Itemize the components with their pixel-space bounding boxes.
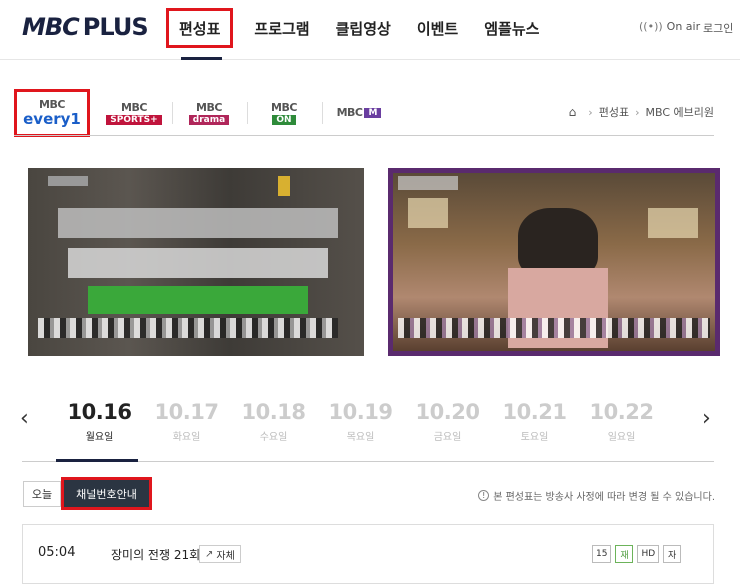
date-tab[interactable]: 10.16 월요일 <box>56 400 143 443</box>
date-number: 10.20 <box>415 400 480 424</box>
date-tab[interactable]: 10.21 토요일 <box>491 400 578 443</box>
date-number: 10.22 <box>589 400 654 424</box>
date-weekday: 목요일 <box>346 432 375 443</box>
channel-drama-brand: MBC <box>196 100 222 114</box>
date-weekday: 수요일 <box>259 432 288 443</box>
nav-program[interactable]: 프로그램 <box>241 8 322 48</box>
promo-banner-2[interactable] <box>388 168 720 356</box>
date-tab[interactable]: 10.17 화요일 <box>143 400 230 443</box>
subtitle-badge: 자 <box>663 545 682 563</box>
channel-on[interactable]: MBC ON <box>250 91 318 135</box>
channel-guide-button[interactable]: 채널번호안내 <box>64 480 149 507</box>
site-header: MBC PLUS 편성표 프로그램 클립영상 이벤트 엠플뉴스 ((•)) On… <box>0 0 740 60</box>
breadcrumb: ⌂ › 편성표 › MBC 에브리원 <box>569 104 714 120</box>
nav-news[interactable]: 엠플뉴스 <box>471 8 552 48</box>
site-logo[interactable]: MBC PLUS <box>22 13 149 41</box>
info-icon: ! <box>478 490 490 501</box>
main-nav: 편성표 프로그램 클립영상 이벤트 엠플뉴스 <box>166 8 552 48</box>
channel-divider <box>247 102 248 124</box>
date-number: 10.21 <box>502 400 567 424</box>
channel-drama[interactable]: MBC drama <box>175 91 243 135</box>
prev-week-button[interactable]: ‹ <box>20 406 29 431</box>
breadcrumb-separator: › <box>635 105 640 119</box>
breadcrumb-schedule[interactable]: 편성표 <box>599 104 629 120</box>
promo-banner-1[interactable] <box>28 168 364 356</box>
date-tab[interactable]: 10.19 목요일 <box>317 400 404 443</box>
channel-m-label: M <box>364 108 382 118</box>
nav-clip[interactable]: 클립영상 <box>323 8 404 48</box>
nav-active-indicator <box>181 57 222 60</box>
date-number: 10.16 <box>67 400 132 424</box>
date-weekday: 화요일 <box>172 432 201 443</box>
program-link-label: 자체 <box>216 550 235 562</box>
date-tab[interactable]: 10.18 수요일 <box>230 400 317 443</box>
date-active-indicator <box>56 459 138 462</box>
section-divider <box>14 135 714 136</box>
date-tab[interactable]: 10.22 일요일 <box>578 400 665 443</box>
today-button[interactable]: 오늘 <box>23 481 61 507</box>
date-weekday: 토요일 <box>520 432 549 443</box>
age-rating-badge: 15 <box>592 545 612 563</box>
channel-tabs: MBC every1 MBC SPORTS+ MBC drama MBC ON … <box>14 89 395 137</box>
nav-event[interactable]: 이벤트 <box>404 8 471 48</box>
channel-on-brand: MBC <box>271 100 297 114</box>
logo-mbc: MBC <box>22 13 80 41</box>
date-number: 10.18 <box>241 400 306 424</box>
channel-every1[interactable]: MBC every1 <box>14 89 90 137</box>
onair-link[interactable]: ((•)) On air <box>639 20 700 33</box>
channel-every1-label: every1 <box>23 110 81 128</box>
hd-badge: HD <box>637 545 660 563</box>
date-weekday: 일요일 <box>607 432 636 443</box>
schedule-notice: ! 본 편성표는 방송사 사정에 따라 변경 될 수 있습니다. <box>478 488 715 503</box>
channel-m[interactable]: MBC M <box>325 91 393 135</box>
breadcrumb-separator: › <box>588 105 593 119</box>
notice-text: 본 편성표는 방송사 사정에 따라 변경 될 수 있습니다. <box>493 492 715 503</box>
program-badges: 15 재 HD 자 <box>592 545 685 563</box>
home-icon[interactable]: ⌂ <box>569 105 577 119</box>
date-weekday: 월요일 <box>85 432 114 443</box>
schedule-row[interactable]: 05:04 장미의 전쟁 21회 ↗ 자체 15 재 HD 자 <box>22 524 714 584</box>
channel-sports-brand: MBC <box>121 100 147 114</box>
rerun-badge: 재 <box>615 545 634 563</box>
channel-m-brand: MBC <box>336 106 363 119</box>
program-time: 05:04 <box>38 545 76 560</box>
date-number: 10.17 <box>154 400 219 424</box>
login-link[interactable]: 로그인 <box>703 20 733 36</box>
onair-label: On air <box>666 20 701 33</box>
program-link-button[interactable]: ↗ 자체 <box>199 545 241 563</box>
channel-divider <box>172 102 173 124</box>
external-link-icon: ↗ <box>205 548 214 560</box>
nav-schedule[interactable]: 편성표 <box>166 8 234 48</box>
channel-guide-highlight: 채널번호안내 <box>61 477 152 510</box>
logo-plus: PLUS <box>82 13 149 41</box>
date-tabs: 10.16 월요일 10.17 화요일 10.18 수요일 10.19 목요일 … <box>56 400 696 443</box>
channel-sports[interactable]: MBC SPORTS+ <box>100 91 168 135</box>
channel-drama-label: drama <box>188 114 230 125</box>
channel-sports-label: SPORTS+ <box>106 114 162 125</box>
channel-on-label: ON <box>272 114 296 125</box>
broadcast-icon: ((•)) <box>639 20 663 33</box>
breadcrumb-channel: MBC 에브리원 <box>645 106 714 119</box>
date-tab[interactable]: 10.20 금요일 <box>404 400 491 443</box>
date-number: 10.19 <box>328 400 393 424</box>
channel-divider <box>322 102 323 124</box>
date-weekday: 금요일 <box>433 432 462 443</box>
next-week-button[interactable]: › <box>702 406 711 431</box>
program-title[interactable]: 장미의 전쟁 21회 <box>111 546 200 563</box>
